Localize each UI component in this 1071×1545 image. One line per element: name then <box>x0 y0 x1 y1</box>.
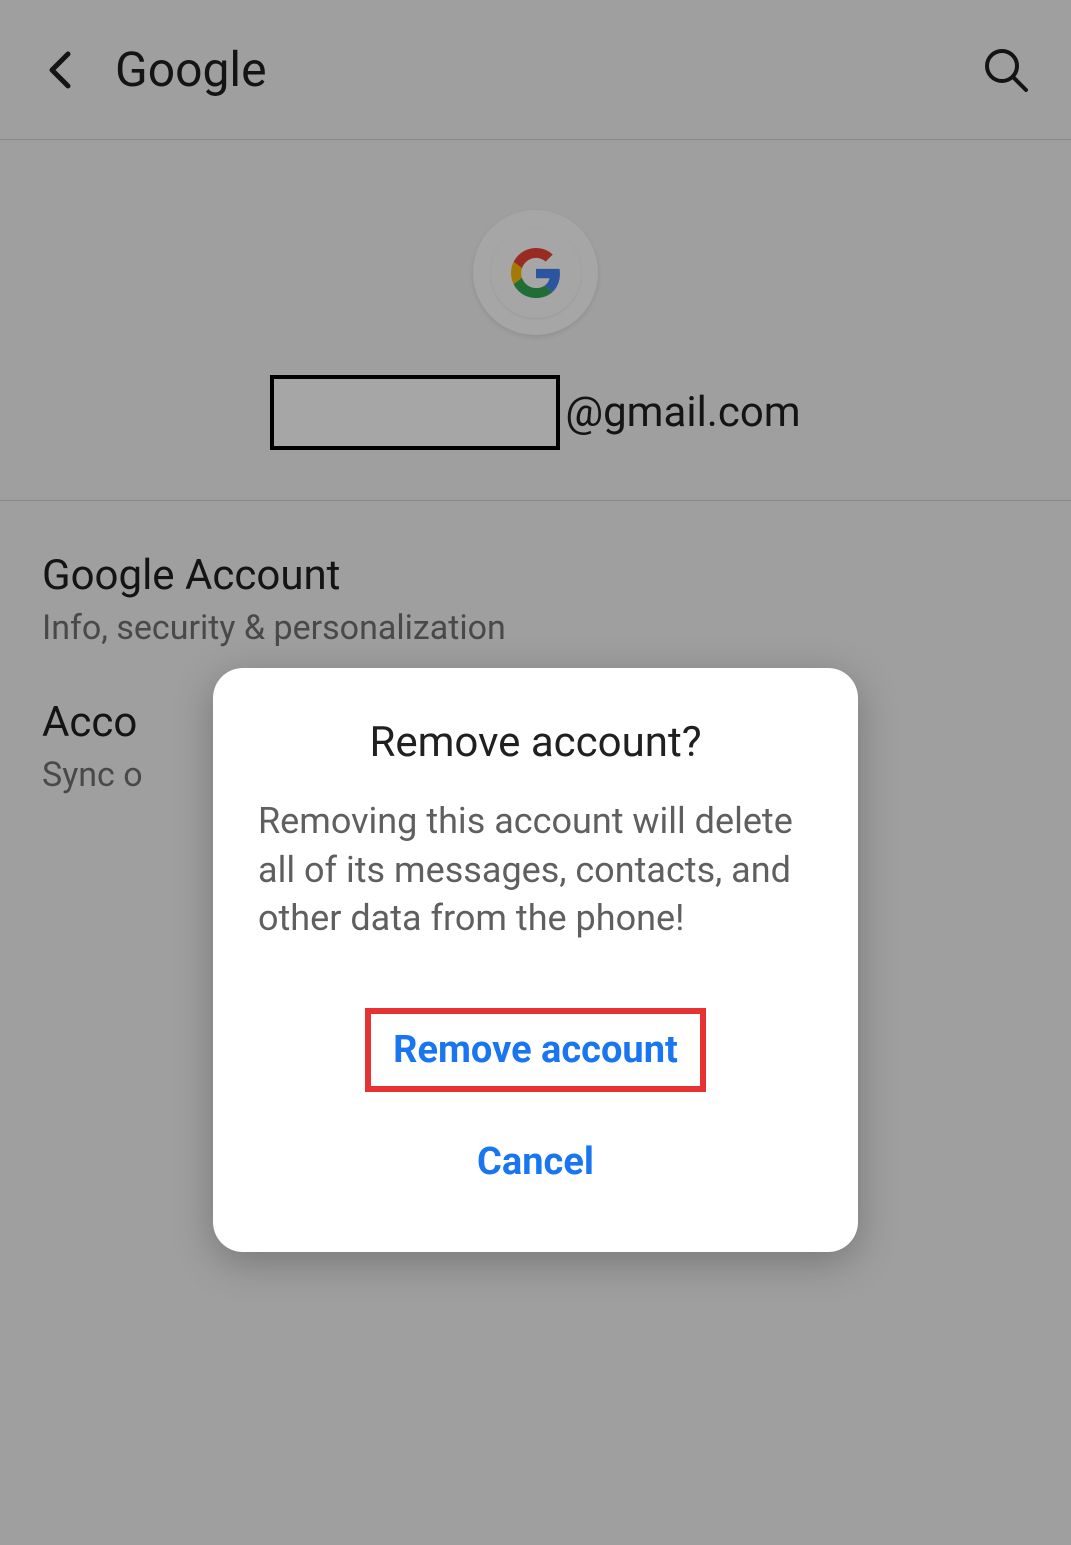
dialog-message: Removing this account will delete all of… <box>253 797 818 943</box>
modal-overlay[interactable]: Remove account? Removing this account wi… <box>0 0 1071 1545</box>
dialog-title: Remove account? <box>253 718 818 767</box>
remove-account-dialog: Remove account? Removing this account wi… <box>213 668 858 1252</box>
remove-account-button[interactable]: Remove account <box>371 1014 700 1086</box>
highlight-annotation: Remove account <box>365 1008 706 1092</box>
cancel-button[interactable]: Cancel <box>449 1122 622 1202</box>
dialog-actions: Remove account Cancel <box>253 1008 818 1202</box>
